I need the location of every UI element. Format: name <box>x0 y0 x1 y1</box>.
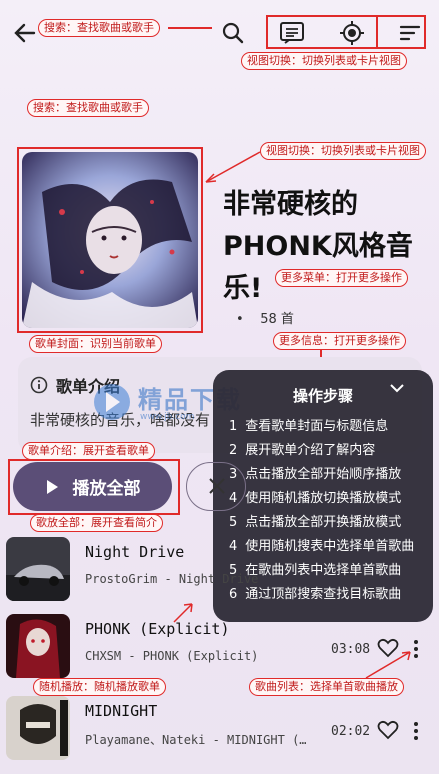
track-count: • 58 首 <box>236 308 294 327</box>
song-thumbnail <box>6 696 70 760</box>
song-artwork <box>6 696 70 760</box>
more-vertical-icon[interactable] <box>412 721 420 741</box>
locate-target-icon <box>340 21 364 45</box>
step-text: 点击播放全部开换播放模式 <box>245 515 402 530</box>
back-arrow-icon <box>14 23 36 43</box>
annotation-more-info: 更多信息：打开更多操作 <box>273 332 406 350</box>
annotation-top-view: 视图切换：切换列表或卡片视图 <box>241 52 407 70</box>
song-artist: CHXSM - PHONK (Explicit) <box>85 649 259 663</box>
comment-list-icon <box>280 22 304 44</box>
track-count-value: 58 首 <box>260 312 294 327</box>
watermark-logo <box>94 384 130 420</box>
search-icon <box>222 22 244 44</box>
step-number: 5 <box>229 515 238 530</box>
song-row[interactable]: MIDNIGHT Playamane、Nateki - MIDNIGHT (… … <box>0 694 439 770</box>
annotation-top-search: 搜索：查找歌曲或歌手 <box>38 19 160 37</box>
watermark-url: www.jb.com <box>140 412 195 422</box>
divider <box>376 17 378 47</box>
annotation-play-all: 歌放全部：展开查看简介 <box>30 514 163 532</box>
song-thumbnail <box>6 614 70 678</box>
annotation-cover: 歌单封面：识别当前歌单 <box>29 335 162 353</box>
step-number: 2 <box>229 443 238 458</box>
song-artwork <box>6 614 70 678</box>
play-all-button[interactable]: 播放全部 <box>13 462 172 511</box>
step-item: 5 点击播放全部开换播放模式 <box>229 511 414 535</box>
song-artwork <box>6 537 70 601</box>
annotation-arrow <box>205 151 261 183</box>
song-title: MIDNIGHT <box>85 702 158 720</box>
annotation-more-menu: 更多菜单：打开更多操作 <box>275 269 408 287</box>
annotation-arrow <box>365 651 411 679</box>
song-duration: 02:02 <box>331 724 371 739</box>
annotation-intro: 歌单介绍：展开查看歌单 <box>22 442 155 460</box>
back-button[interactable] <box>8 16 42 50</box>
shuffle-button[interactable] <box>186 462 246 511</box>
heart-icon[interactable] <box>377 720 399 740</box>
info-icon <box>30 376 48 394</box>
song-artist: ProstoGrim - Night Drive <box>85 572 259 586</box>
song-row[interactable]: Night Drive ProstoGrim - Night Drive <box>0 535 439 611</box>
song-title: Night Drive <box>85 543 185 561</box>
step-text: 查看歌单封面与标题信息 <box>245 419 389 434</box>
shuffle-icon <box>209 478 225 494</box>
play-icon <box>46 479 58 494</box>
search-button[interactable] <box>216 16 250 50</box>
step-item: 1 查看歌单封面与标题信息 <box>229 415 414 439</box>
song-title: PHONK (Explicit) <box>85 620 230 638</box>
step-text: 点击播放全部开始顺序播放 <box>245 467 402 482</box>
cover-artwork <box>22 152 198 328</box>
playlist-title: 非常硬核的PHONK风格音乐! <box>223 189 413 304</box>
chevron-down-icon[interactable] <box>389 382 405 394</box>
song-artist: Playamane、Nateki - MIDNIGHT (… <box>85 733 307 747</box>
step-text: 使用随机播放切换播放模式 <box>245 491 402 506</box>
bullet: • <box>236 312 244 327</box>
annotation-right-view: 视图切换：切换列表或卡片视图 <box>260 142 426 160</box>
step-text: 展开歌单介绍了解内容 <box>245 443 376 458</box>
play-all-label: 播放全部 <box>72 479 141 499</box>
locate-button[interactable] <box>336 17 368 49</box>
annotation-arrow <box>168 27 212 29</box>
step-item: 2 展开歌单介绍了解内容 <box>229 439 414 463</box>
playlist-cover[interactable] <box>22 152 198 328</box>
step-number: 1 <box>229 419 238 434</box>
step-item: 3 点击播放全部开始顺序播放 <box>229 463 414 487</box>
sort-button[interactable] <box>394 17 426 49</box>
annotation-left-search: 搜索：查找歌曲或歌手 <box>27 99 149 117</box>
list-view-button[interactable] <box>276 17 308 49</box>
sort-lines-icon <box>399 25 421 41</box>
song-thumbnail <box>6 537 70 601</box>
step-item: 4 使用随机播放切换播放模式 <box>229 487 414 511</box>
